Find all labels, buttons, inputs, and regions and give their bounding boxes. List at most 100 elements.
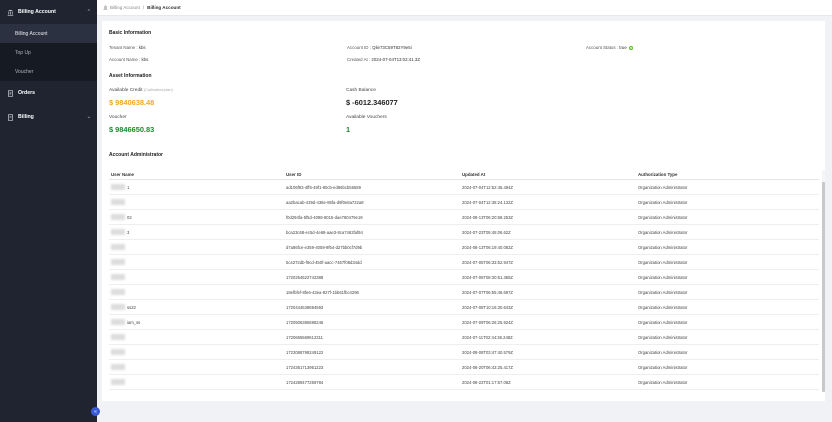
cell-user-id: 1720665569612311 bbox=[286, 334, 323, 340]
breadcrumb-root[interactable]: Billing Account bbox=[110, 5, 140, 10]
sidebar-item-billing-account[interactable]: Billing Account bbox=[0, 24, 97, 43]
cell-user-id: 1724289477259784 bbox=[286, 379, 324, 385]
account-status-field: Account Status : true ✓ bbox=[586, 45, 634, 50]
cell-updated-at: 2024-07-09T06:26:25.924Z bbox=[462, 319, 513, 325]
cell-user-id: f0d294fa-5f5d-4098-8015-dae780479e19 bbox=[286, 214, 363, 220]
table-row: ss22 1720444538694593 2024-07-08T10:16:30.… bbox=[109, 300, 819, 315]
table-row: 18efbfef-8fe6-43ea-827f-1bb61fbc4296 2024… bbox=[109, 285, 819, 300]
account-id-value: Qile73C59T82Y9e5i bbox=[372, 45, 412, 50]
cell-user-id: 1723088798249122 bbox=[286, 349, 324, 355]
cash-balance-value: $ -6012.346077 bbox=[346, 98, 398, 107]
table-row: 1723088798249122 2024-08-08T03:47:40.579Z… bbox=[109, 345, 819, 360]
cell-user-name bbox=[109, 274, 286, 280]
chevron-down-icon: ⌄ bbox=[86, 114, 91, 120]
cell-user-name bbox=[109, 364, 286, 370]
cell-authorization-type: Organization Administrator bbox=[638, 334, 688, 340]
cell-updated-at: 2024-07-23T05:45:06.62Z bbox=[462, 229, 511, 235]
voucher-label: Voucher bbox=[109, 115, 127, 120]
breadcrumb: Billing Account / Billing Account bbox=[97, 0, 832, 16]
cell-user-id: ad106f93-4ff6-49f1-80cb-ed86bcb55589 bbox=[286, 184, 361, 190]
table-row: iam_ss 1720506385698246 2024-07-09T06:26:2… bbox=[109, 315, 819, 330]
col-updated-at[interactable]: Updated At bbox=[462, 172, 638, 177]
cell-user-name bbox=[109, 289, 286, 295]
admin-table-header: User Name User ID Updated At Authorizati… bbox=[109, 170, 819, 180]
account-name-field: Account Name : kbs bbox=[109, 57, 148, 62]
redacted-name-block bbox=[111, 304, 125, 310]
cell-user-name bbox=[109, 334, 286, 340]
redacted-name-block bbox=[111, 259, 125, 265]
cell-authorization-type: Organization Administrator bbox=[638, 289, 688, 295]
redacted-name-block bbox=[111, 334, 125, 340]
bank-icon bbox=[6, 8, 14, 16]
table-row: 1 ad106f93-4ff6-49f1-80cb-ed86bcb55589 202… bbox=[109, 180, 819, 195]
menu-billing[interactable]: Billing ⌄ bbox=[0, 105, 97, 129]
available-vouchers-label: Available Vouchers bbox=[346, 115, 387, 120]
available-credit-label-text: Available Credit bbox=[109, 88, 143, 93]
voucher-value: $ 9846650.83 bbox=[109, 125, 155, 134]
cell-authorization-type: Organization Administrator bbox=[638, 214, 688, 220]
breadcrumb-current: Billing Account bbox=[147, 5, 181, 10]
check-circle-icon: ✓ bbox=[629, 45, 634, 50]
created-at-field: Created At : 2024-07-04T13:02:41.3Z bbox=[347, 57, 420, 62]
user-name-text: iam_ss bbox=[127, 319, 141, 325]
menu-billing-account[interactable]: Billing Account ⌃ bbox=[0, 0, 97, 24]
cell-user-id: 1720254622742388 bbox=[286, 274, 324, 280]
cell-authorization-type: Organization Administrator bbox=[638, 184, 688, 190]
table-scrollbar-thumb[interactable] bbox=[822, 182, 825, 392]
asset-info-title: Asset Information bbox=[109, 73, 152, 79]
account-admin-title: Account Administrator bbox=[109, 152, 163, 158]
sidebar-item-top-up[interactable]: Top Up bbox=[0, 43, 97, 62]
table-row: aa2bacab-439d-438e-85fa-d9f0e8a722a8 2024… bbox=[109, 195, 819, 210]
billing-account-submenu: Billing Account Top Up Voucher bbox=[0, 24, 97, 81]
available-credit-hint: (Calibration/plan) bbox=[143, 88, 173, 92]
account-status-label: Account Status : bbox=[586, 45, 618, 50]
created-at-label: Created At : bbox=[347, 57, 371, 62]
cell-user-name: ss22 bbox=[109, 304, 286, 310]
cell-user-id: bca23c68-ec5d-4e68-aae3-8ca7462faf94 bbox=[286, 229, 363, 235]
tenant-name-field: Tenant Name : kbs bbox=[109, 45, 146, 50]
basic-info-title: Basic Information bbox=[109, 30, 152, 36]
cell-user-id: 18efbfef-8fe6-43ea-827f-1bb61fbc4296 bbox=[286, 289, 359, 295]
cell-user-name: 1 bbox=[109, 184, 286, 190]
table-row: 1724361713951223 2024-08-20T06:43:25.417Z… bbox=[109, 360, 819, 375]
col-user-id[interactable]: User ID bbox=[286, 172, 462, 177]
cell-user-name bbox=[109, 259, 286, 265]
collapse-sidebar-button[interactable]: « bbox=[91, 407, 100, 416]
receipt-icon bbox=[6, 113, 14, 121]
account-status-value: true bbox=[619, 45, 627, 50]
table-row: 02 f0d294fa-5f5d-4098-8015-dae780479e19 20… bbox=[109, 210, 819, 225]
cell-updated-at: 2024-07-07T06:55:46.697Z bbox=[462, 289, 513, 295]
table-row: d7a86fce-e359-4059-9f54-d27bb0cf7d9b 2024… bbox=[109, 240, 819, 255]
table-row: 1720254622742388 2024-07-06T08:30:51.365Z… bbox=[109, 270, 819, 285]
cell-user-id: 5c4272db-f9cd-450f-aacc-7467f08d34dd bbox=[286, 259, 362, 265]
account-id-field: Account ID : Qile73C59T82Y9e5i bbox=[347, 45, 412, 50]
cell-user-name: 3 bbox=[109, 229, 286, 235]
cell-updated-at: 2024-07-04T12:52:45.494Z bbox=[462, 184, 513, 190]
col-authorization-type[interactable]: Authorization Type bbox=[638, 172, 819, 177]
user-name-text: 3 bbox=[127, 229, 130, 235]
cell-user-id: 1724361713951223 bbox=[286, 364, 324, 370]
cell-user-id: 1720506385698246 bbox=[286, 319, 324, 325]
cell-authorization-type: Organization Administrator bbox=[638, 304, 688, 310]
account-name-label: Account Name : bbox=[109, 57, 141, 62]
cell-updated-at: 2024-08-20T06:43:25.417Z bbox=[462, 364, 513, 370]
table-row: 1720665569612311 2024-07-11T02:44:36.248Z… bbox=[109, 330, 819, 345]
sidebar-item-voucher[interactable]: Voucher bbox=[0, 62, 97, 81]
menu-orders[interactable]: Orders bbox=[0, 81, 97, 105]
cell-updated-at: 2024-07-05T06:33:52.947Z bbox=[462, 259, 513, 265]
cell-authorization-type: Organization Administrator bbox=[638, 349, 688, 355]
cell-authorization-type: Organization Administrator bbox=[638, 229, 688, 235]
table-row: 5c4272db-f9cd-450f-aacc-7467f08d34dd 2024… bbox=[109, 255, 819, 270]
redacted-name-block bbox=[111, 214, 125, 220]
redacted-name-block bbox=[111, 349, 125, 355]
cell-authorization-type: Organization Administrator bbox=[638, 364, 688, 370]
redacted-name-block bbox=[111, 319, 125, 325]
redacted-name-block bbox=[111, 229, 125, 235]
cash-balance-label: Cash Balance bbox=[346, 88, 376, 93]
redacted-name-block bbox=[111, 244, 125, 250]
cell-authorization-type: Organization Administrator bbox=[638, 199, 688, 205]
col-user-name[interactable]: User Name bbox=[109, 172, 286, 177]
admin-table: User Name User ID Updated At Authorizati… bbox=[109, 170, 819, 391]
tenant-name-label: Tenant Name : bbox=[109, 45, 138, 50]
cell-authorization-type: Organization Administrator bbox=[638, 379, 688, 385]
